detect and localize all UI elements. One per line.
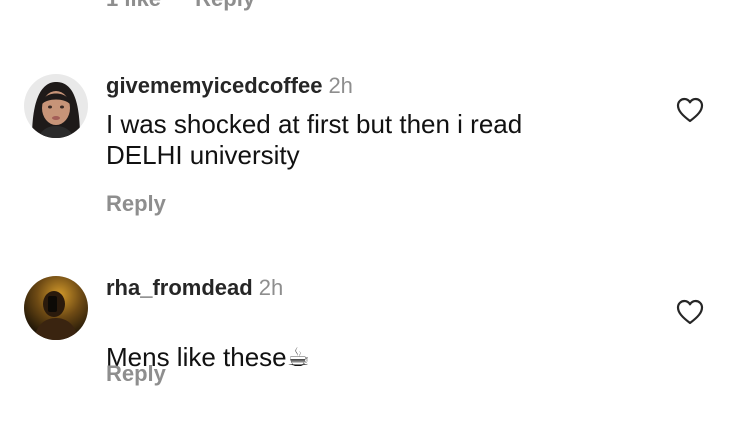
reply-button[interactable]: Reply — [106, 361, 166, 387]
previous-reply-button[interactable]: Reply — [195, 0, 255, 11]
previous-likes-count[interactable]: 1 like — [106, 0, 161, 11]
comment-text: Mens like these☕ — [106, 311, 626, 373]
coffee-emoji: ☕ — [286, 342, 310, 372]
avatar[interactable] — [24, 276, 88, 340]
timestamp: 2h — [328, 73, 353, 98]
comment-text: I was shocked at first but then i read D… — [106, 109, 523, 170]
comment-header: rha_fromdead 2h — [106, 275, 283, 301]
heart-icon[interactable] — [676, 97, 704, 123]
timestamp: 2h — [258, 275, 284, 300]
username[interactable]: givememyicedcoffee — [106, 73, 322, 98]
previous-comment-actions: 1 like Reply — [106, 0, 255, 12]
reply-button[interactable]: Reply — [106, 191, 166, 217]
heart-icon[interactable] — [676, 299, 704, 325]
comment-header: givememyicedcoffee 2h — [106, 73, 353, 99]
username[interactable]: rha_fromdead — [106, 275, 253, 300]
avatar[interactable] — [24, 74, 88, 138]
